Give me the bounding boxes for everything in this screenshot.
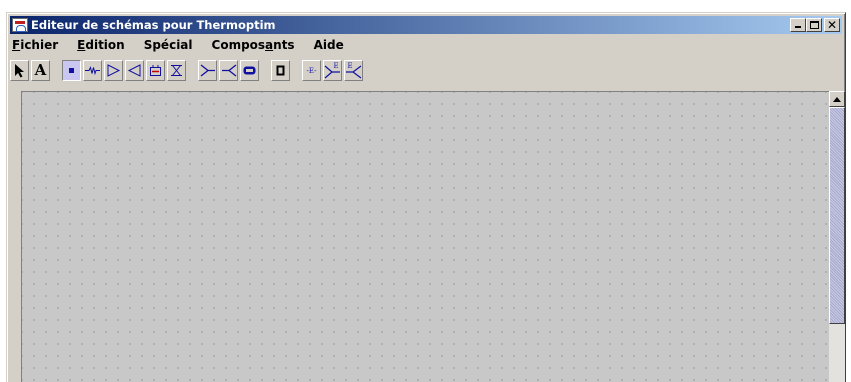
heat-transfer-icon (276, 65, 285, 75)
select-tool-button[interactable] (10, 59, 29, 81)
external-divider-label: E (347, 62, 352, 70)
mixer-icon (200, 63, 215, 77)
compressor-icon (107, 63, 121, 77)
external-component-icon: -E- (307, 67, 318, 75)
arrow-up-icon (833, 96, 841, 102)
external-divider-icon: E (346, 62, 362, 78)
scroll-thumb[interactable] (829, 107, 845, 324)
menu-edition-label: dition (85, 38, 125, 52)
menu-aide[interactable]: Aide (308, 35, 350, 55)
scroll-up-button[interactable] (829, 91, 845, 107)
external-mixer-label: E (333, 62, 338, 70)
heat-exchanger-icon (243, 66, 256, 74)
point-node-icon (69, 67, 74, 73)
maximize-button[interactable] (806, 18, 822, 32)
point-tool-button[interactable] (62, 59, 81, 81)
java-app-icon[interactable] (12, 18, 28, 32)
menu-special-label: Spécial (143, 38, 193, 52)
turbine-tool-button[interactable] (125, 59, 144, 81)
external-mixer-icon: E (324, 62, 340, 78)
schema-canvas[interactable] (21, 91, 829, 382)
menu-bar: Fichier Edition Spécial Composants Aide (10, 35, 842, 55)
valve-icon (171, 64, 182, 76)
title-bar[interactable]: Editeur de schémas pour Thermoptim ✕ (10, 16, 842, 34)
exchange-tool-button[interactable] (83, 59, 102, 81)
heat-exchanger-tool-button[interactable] (240, 59, 259, 81)
text-tool-icon: A (34, 61, 47, 79)
minimize-icon (795, 26, 801, 28)
menu-aide-label: Aide (313, 38, 344, 52)
maximize-icon (810, 21, 819, 29)
turbine-icon (127, 63, 141, 77)
menu-composants-label-start: Compos (211, 38, 266, 52)
menu-composants-label-end: nts (273, 38, 295, 52)
vertical-scrollbar[interactable] (829, 91, 845, 382)
menu-fichier-label: ichier (20, 38, 59, 52)
minimize-button[interactable] (790, 18, 806, 32)
menu-fichier-mnemonic: F (12, 38, 21, 52)
valve-tool-button[interactable] (167, 59, 186, 81)
menu-special[interactable]: Spécial (138, 35, 199, 55)
window-controls: ✕ (790, 18, 840, 32)
external-component-tool-button[interactable]: -E- (302, 59, 321, 81)
compressor-tool-button[interactable] (104, 59, 123, 81)
combustion-icon (150, 64, 161, 76)
menu-fichier[interactable]: Fichier (10, 35, 64, 55)
resistor-icon (85, 65, 100, 75)
combustion-tool-button[interactable] (146, 59, 165, 81)
external-mixer-tool-button[interactable]: E (323, 59, 342, 81)
divider-tool-button[interactable] (219, 59, 238, 81)
mixer-tool-button[interactable] (198, 59, 217, 81)
select-arrow-icon (15, 63, 24, 77)
editor-window: Editeur de schémas pour Thermoptim ✕ Fic… (6, 12, 846, 382)
window-title: Editeur de schémas pour Thermoptim (31, 18, 276, 32)
heat-transfer-tool-button[interactable] (271, 59, 290, 81)
menu-composants-mnemonic: a (265, 38, 274, 52)
divider-icon (221, 63, 236, 77)
close-icon: ✕ (826, 18, 838, 32)
external-divider-tool-button[interactable]: E (344, 59, 363, 81)
menu-composants[interactable]: Composants (206, 35, 301, 55)
close-button[interactable]: ✕ (824, 18, 840, 32)
external-component-label: -E- (307, 67, 318, 75)
text-tool-button[interactable]: A (31, 59, 50, 81)
toolbar: A -E- E E (10, 57, 842, 83)
menu-edition[interactable]: Edition (71, 35, 131, 55)
